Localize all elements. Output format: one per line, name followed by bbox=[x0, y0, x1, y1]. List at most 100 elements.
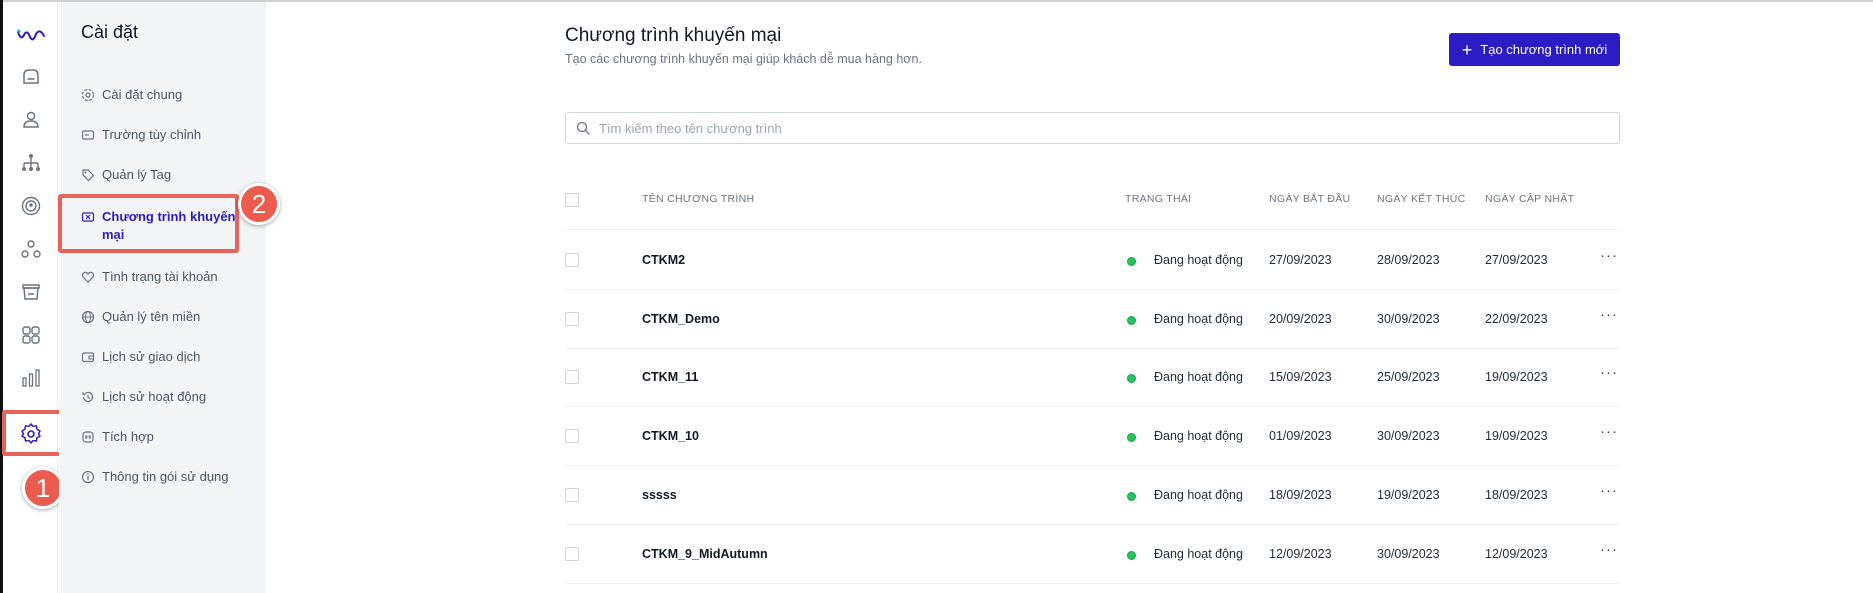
end-date: 30/09/2023 bbox=[1377, 311, 1440, 326]
table-row[interactable]: CTKM_9_MidAutumn Đang hoạt động 12/09/2023… bbox=[565, 525, 1620, 584]
promotion-name[interactable]: CTKM2 bbox=[642, 253, 685, 267]
info-icon bbox=[81, 470, 95, 484]
menu-item-label: Lịch sử giao dịch bbox=[102, 349, 201, 364]
custom-field-icon bbox=[81, 130, 95, 140]
menu-item-general[interactable]: Cài đặt chung bbox=[81, 86, 251, 104]
menu-item-label: Trường tùy chỉnh bbox=[102, 127, 202, 142]
status-active-dot-icon bbox=[1127, 433, 1136, 443]
menu-item-integrations[interactable]: Tích hợp bbox=[81, 428, 251, 446]
menu-item-domains[interactable]: Quản lý tên miền bbox=[81, 308, 251, 326]
callout-badge-1: 1 bbox=[22, 467, 64, 509]
table-row[interactable]: sssss Đang hoạt động 18/09/2023 19/09/2023 1… bbox=[565, 466, 1620, 525]
globe-icon bbox=[81, 310, 95, 324]
menu-item-label: Lịch sử hoạt động bbox=[102, 389, 207, 404]
promotion-name[interactable]: CTKM_11 bbox=[642, 370, 698, 384]
status-text: Đang hoạt động bbox=[1154, 546, 1243, 561]
status-active-dot-icon bbox=[1127, 374, 1136, 384]
row-checkbox[interactable] bbox=[565, 311, 579, 326]
table-row[interactable]: CTKM2 Đang hoạt động 27/09/2023 28/09/2023 2… bbox=[565, 231, 1620, 290]
settings-highlight-box bbox=[2, 410, 64, 456]
bar-chart-icon[interactable] bbox=[17, 364, 45, 392]
status-text: Đang hoạt động bbox=[1154, 311, 1243, 326]
inbox-icon[interactable] bbox=[17, 63, 45, 91]
start-date: 27/09/2023 bbox=[1269, 253, 1332, 267]
end-date: 25/09/2023 bbox=[1377, 370, 1440, 385]
status-text: Đang hoạt động bbox=[1154, 253, 1243, 267]
more-options-icon[interactable]: ··· bbox=[1600, 482, 1618, 499]
more-options-icon[interactable]: ··· bbox=[1600, 306, 1618, 323]
promotions-highlight-box bbox=[58, 194, 239, 253]
heart-icon bbox=[81, 271, 95, 283]
promotion-name[interactable]: CTKM_9_MidAutumn bbox=[642, 547, 768, 561]
search-box[interactable] bbox=[565, 112, 1620, 144]
menu-item-custom-fields[interactable]: Trường tùy chỉnh bbox=[81, 126, 251, 144]
status-text: Đang hoạt động bbox=[1154, 429, 1243, 444]
status-active-dot-icon bbox=[1127, 315, 1136, 325]
more-options-icon[interactable]: ··· bbox=[1600, 541, 1618, 558]
search-icon bbox=[576, 121, 590, 135]
row-checkbox[interactable] bbox=[565, 487, 579, 502]
column-header-name[interactable]: TÊN CHƯƠNG TRÌNH bbox=[642, 193, 754, 205]
table-row[interactable]: CTKM_Demo Đang hoạt động 20/09/2023 30/09/2… bbox=[565, 290, 1620, 349]
search-input[interactable] bbox=[599, 120, 1499, 136]
broadcast-icon[interactable] bbox=[17, 192, 45, 220]
start-date: 01/09/2023 bbox=[1269, 429, 1332, 444]
end-date: 28/09/2023 bbox=[1377, 253, 1440, 267]
menu-item-label: Quản lý tên miền bbox=[102, 309, 201, 324]
table-header: TÊN CHƯƠNG TRÌNH TRẠNG THÁI NGÀY BẮT ĐẦU… bbox=[565, 185, 1620, 230]
shop-icon[interactable] bbox=[17, 278, 45, 306]
column-header-status[interactable]: TRẠNG THÁI bbox=[1125, 193, 1191, 205]
page-title: Chương trình khuyến mại bbox=[565, 25, 782, 46]
user-icon[interactable] bbox=[17, 106, 45, 134]
settings-title: Cài đặt bbox=[81, 22, 139, 42]
updated-date: 18/09/2023 bbox=[1485, 487, 1548, 502]
integration-icon bbox=[82, 431, 94, 443]
start-date: 15/09/2023 bbox=[1269, 370, 1332, 385]
segments-icon[interactable] bbox=[17, 235, 45, 263]
promotion-name[interactable]: sssss bbox=[642, 488, 677, 502]
menu-item-plan-info[interactable]: Thông tin gói sử dụng bbox=[81, 468, 251, 486]
start-date: 12/09/2023 bbox=[1269, 546, 1332, 561]
plus-icon: + bbox=[1461, 39, 1473, 60]
menu-item-label: Tình trạng tài khoản bbox=[102, 269, 218, 284]
select-all-checkbox[interactable] bbox=[565, 193, 579, 207]
promotion-name[interactable]: CTKM_Demo bbox=[642, 312, 720, 326]
row-checkbox[interactable] bbox=[565, 546, 579, 561]
updated-date: 19/09/2023 bbox=[1485, 370, 1548, 385]
row-checkbox[interactable] bbox=[565, 370, 579, 385]
create-promotion-label: Tạo chương trình mới bbox=[1480, 42, 1608, 57]
updated-date: 27/09/2023 bbox=[1485, 253, 1548, 267]
updated-date: 12/09/2023 bbox=[1485, 546, 1548, 561]
more-options-icon[interactable]: ··· bbox=[1600, 364, 1618, 381]
updated-date: 22/09/2023 bbox=[1485, 311, 1548, 326]
menu-item-transactions[interactable]: Lịch sử giao dịch bbox=[81, 348, 251, 366]
wallet-icon bbox=[81, 352, 95, 363]
end-date: 19/09/2023 bbox=[1377, 487, 1440, 502]
column-header-end-date[interactable]: NGÀY KẾT THÚC bbox=[1377, 193, 1466, 205]
row-checkbox[interactable] bbox=[565, 429, 579, 444]
updated-date: 19/09/2023 bbox=[1485, 429, 1548, 444]
menu-item-label: Cài đặt chung bbox=[102, 87, 183, 102]
end-date: 30/09/2023 bbox=[1377, 429, 1440, 444]
tag-icon bbox=[82, 169, 95, 182]
column-header-start-date[interactable]: NGÀY BẮT ĐẦU bbox=[1269, 193, 1350, 205]
apps-grid-icon[interactable] bbox=[17, 321, 45, 349]
menu-item-activity-history[interactable]: Lịch sử hoạt động bbox=[81, 388, 251, 406]
promotion-name[interactable]: CTKM_10 bbox=[642, 429, 699, 443]
status-active-dot-icon bbox=[1127, 257, 1136, 266]
sitemap-icon[interactable] bbox=[17, 149, 45, 177]
logo-icon[interactable] bbox=[16, 26, 46, 44]
table-row[interactable]: CTKM_11 Đang hoạt động 15/09/2023 25/09/202… bbox=[565, 348, 1620, 408]
table-row[interactable]: CTKM_10 Đang hoạt động 01/09/2023 30/09/202… bbox=[565, 407, 1620, 467]
row-checkbox[interactable] bbox=[565, 253, 579, 267]
status-active-dot-icon bbox=[1127, 550, 1136, 560]
menu-item-account-status[interactable]: Tình trạng tài khoản bbox=[81, 268, 251, 286]
more-options-icon[interactable]: ··· bbox=[1600, 247, 1618, 264]
settings-sidebar: Cài đặt Cài đặt chung Trường tùy chỉnh Q… bbox=[59, 2, 266, 593]
start-date: 18/09/2023 bbox=[1269, 487, 1332, 502]
menu-item-tags[interactable]: Quản lý Tag bbox=[81, 166, 251, 184]
more-options-icon[interactable]: ··· bbox=[1600, 423, 1618, 440]
column-header-updated-date[interactable]: NGÀY CẬP NHẬT bbox=[1485, 193, 1574, 205]
create-promotion-button[interactable]: + Tạo chương trình mới bbox=[1449, 33, 1620, 66]
menu-item-label: Quản lý Tag bbox=[102, 167, 172, 182]
